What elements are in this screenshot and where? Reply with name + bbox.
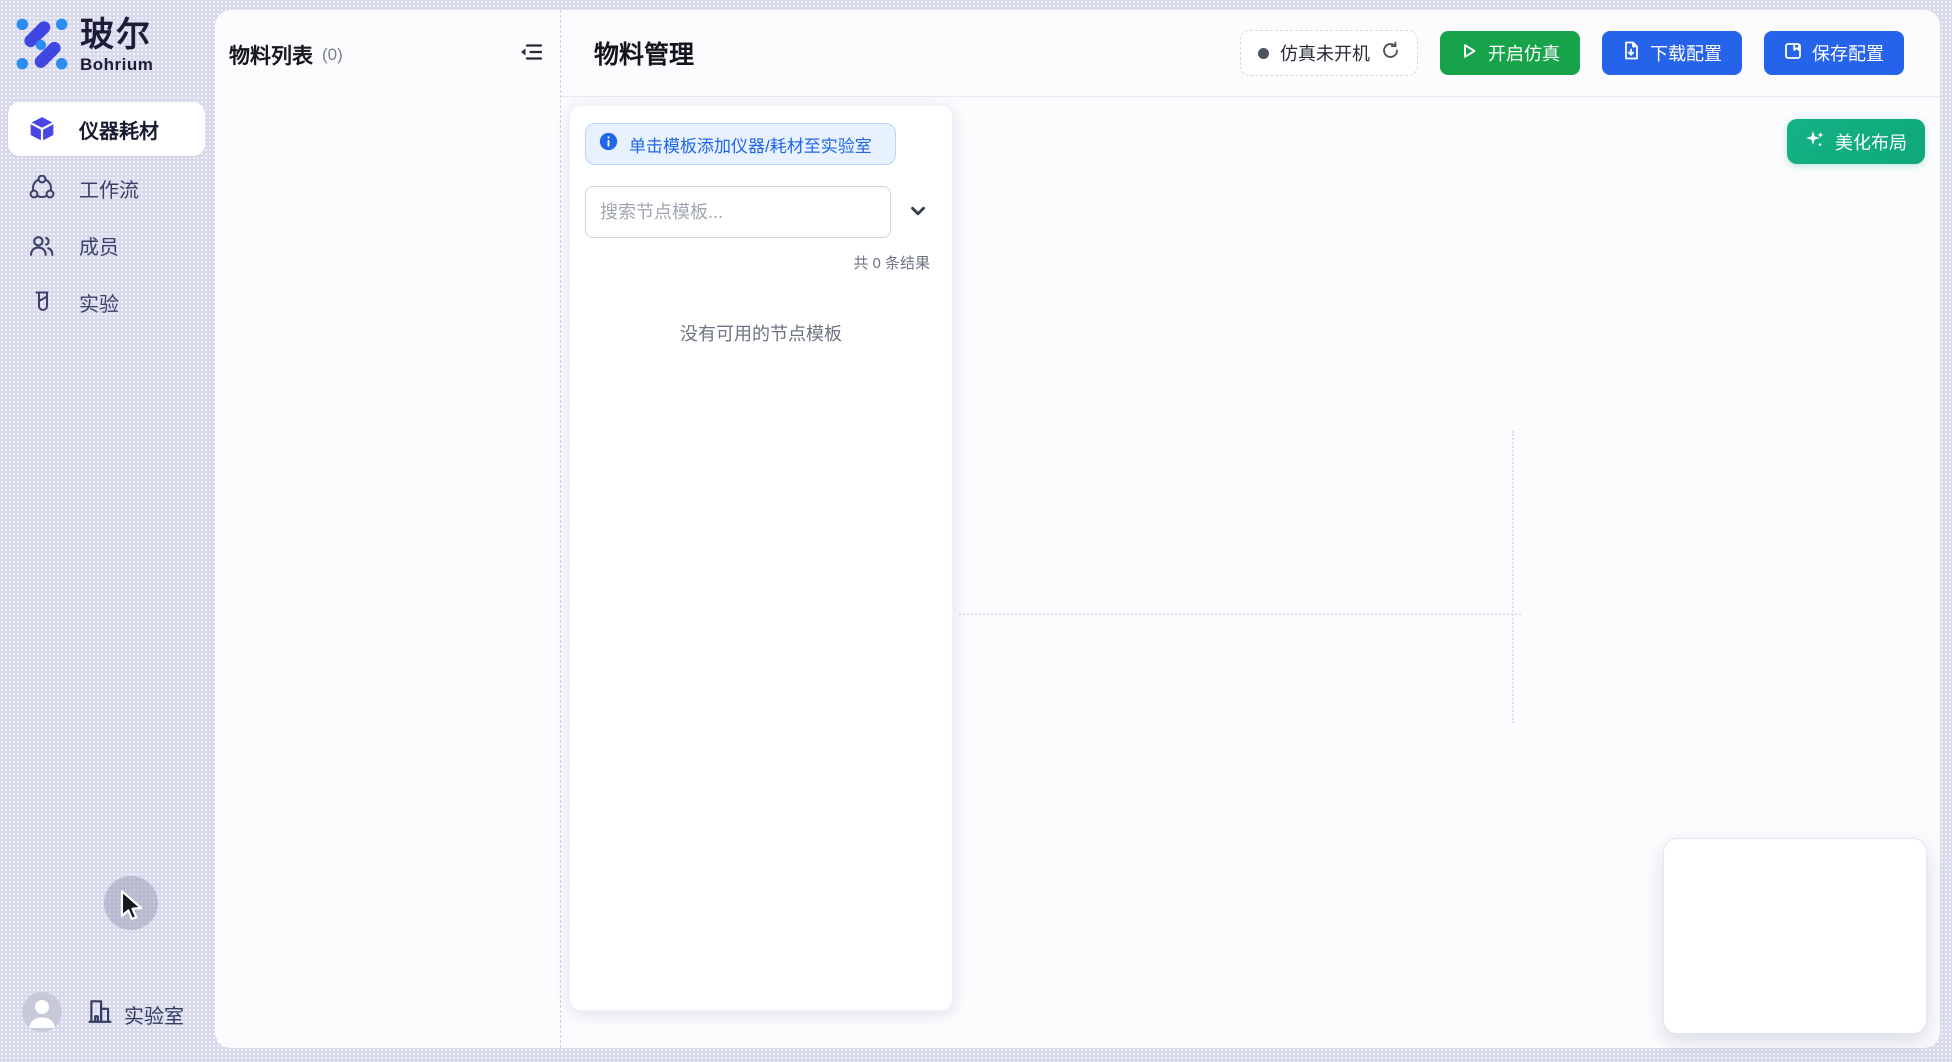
save-config-button[interactable]: 保存配置 bbox=[1764, 31, 1904, 75]
sidebar-item-label: 实验 bbox=[79, 288, 119, 317]
sidebar: 玻尔 Bohrium 仪器耗材 bbox=[0, 0, 215, 1062]
file-download-icon bbox=[1622, 41, 1640, 65]
sidebar-item-members[interactable]: 成员 bbox=[8, 223, 205, 267]
menu-fold-icon bbox=[518, 40, 544, 67]
beautify-label: 美化布局 bbox=[1835, 129, 1907, 155]
beautify-layout-button[interactable]: 美化布局 bbox=[1787, 119, 1925, 164]
button-label: 开启仿真 bbox=[1488, 40, 1560, 66]
download-config-button[interactable]: 下载配置 bbox=[1602, 31, 1742, 75]
button-label: 保存配置 bbox=[1812, 40, 1884, 66]
info-icon bbox=[599, 132, 618, 156]
sidebar-item-label: 成员 bbox=[79, 231, 119, 260]
page-header: 物料管理 仿真未开机 bbox=[562, 10, 1940, 97]
empty-templates-text: 没有可用的节点模板 bbox=[585, 320, 937, 346]
simulation-status-label: 仿真未开机 bbox=[1280, 40, 1370, 66]
template-search-input[interactable] bbox=[585, 186, 891, 238]
button-label: 下载配置 bbox=[1650, 40, 1722, 66]
user-icon bbox=[22, 992, 62, 1032]
sidebar-item-workflow[interactable]: 工作流 bbox=[8, 166, 205, 210]
cube-icon bbox=[28, 116, 55, 142]
test-tube-icon bbox=[28, 290, 55, 314]
sidebar-item-label: 仪器耗材 bbox=[79, 115, 159, 144]
template-search-row bbox=[585, 186, 937, 238]
status-dot-icon bbox=[1258, 48, 1269, 59]
sidebar-item-label: 工作流 bbox=[79, 174, 139, 203]
bohrium-logo-icon bbox=[14, 15, 72, 78]
mouse-cursor-icon bbox=[118, 890, 148, 927]
sidebar-nav: 仪器耗材 工作流 bbox=[8, 102, 205, 337]
material-list-title: 物料列表 bbox=[229, 40, 313, 70]
page-title: 物料管理 bbox=[594, 35, 694, 71]
template-panel: 单击模板添加仪器/耗材至实验室 共 0 条结果 bbox=[569, 105, 953, 1011]
hint-banner[interactable]: 单击模板添加仪器/耗材至实验室 bbox=[585, 123, 896, 165]
refresh-icon[interactable] bbox=[1381, 41, 1400, 65]
content-panel: 物料列表 (0) 物料管理 bbox=[215, 10, 1940, 1048]
sidebar-item-experiment[interactable]: 实验 bbox=[8, 280, 205, 324]
sidebar-item-lab[interactable]: 实验室 bbox=[86, 997, 184, 1031]
sparkles-icon bbox=[1805, 129, 1825, 154]
chevron-down-icon bbox=[907, 200, 929, 225]
app-root: 玻尔 Bohrium 仪器耗材 bbox=[0, 0, 1952, 1062]
users-icon bbox=[28, 233, 55, 258]
result-count: 共 0 条结果 bbox=[585, 252, 937, 273]
simulation-status-pill[interactable]: 仿真未开机 bbox=[1240, 30, 1418, 76]
lab-label: 实验室 bbox=[124, 1000, 184, 1029]
workflow-icon bbox=[28, 175, 55, 201]
collapse-panel-button[interactable] bbox=[518, 40, 544, 66]
brand-subtitle: Bohrium bbox=[80, 55, 153, 75]
expand-templates-button[interactable] bbox=[899, 193, 937, 231]
canvas-guide-vertical bbox=[1512, 431, 1514, 723]
material-list-panel: 物料列表 (0) bbox=[215, 10, 561, 1048]
avatar[interactable] bbox=[22, 992, 62, 1032]
sidebar-footer: 实验室 bbox=[0, 992, 215, 1034]
building-icon bbox=[86, 997, 114, 1031]
main-panel: 物料管理 仿真未开机 bbox=[562, 10, 1940, 1048]
flow-canvas[interactable]: 单击模板添加仪器/耗材至实验室 共 0 条结果 bbox=[562, 98, 1940, 1048]
material-list-header: 物料列表 (0) bbox=[215, 10, 560, 70]
hint-text: 单击模板添加仪器/耗材至实验室 bbox=[629, 132, 872, 157]
material-list-count: (0) bbox=[322, 45, 343, 65]
play-icon bbox=[1460, 42, 1478, 65]
brand-name: 玻尔 bbox=[80, 18, 153, 54]
save-icon bbox=[1784, 42, 1802, 65]
start-simulation-button[interactable]: 开启仿真 bbox=[1440, 31, 1580, 75]
minimap[interactable] bbox=[1663, 838, 1927, 1034]
header-actions: 仿真未开机 bbox=[1240, 30, 1904, 76]
canvas-guide-horizontal bbox=[959, 613, 1521, 615]
brand[interactable]: 玻尔 Bohrium bbox=[14, 15, 153, 78]
sidebar-item-instruments[interactable]: 仪器耗材 bbox=[8, 102, 205, 156]
